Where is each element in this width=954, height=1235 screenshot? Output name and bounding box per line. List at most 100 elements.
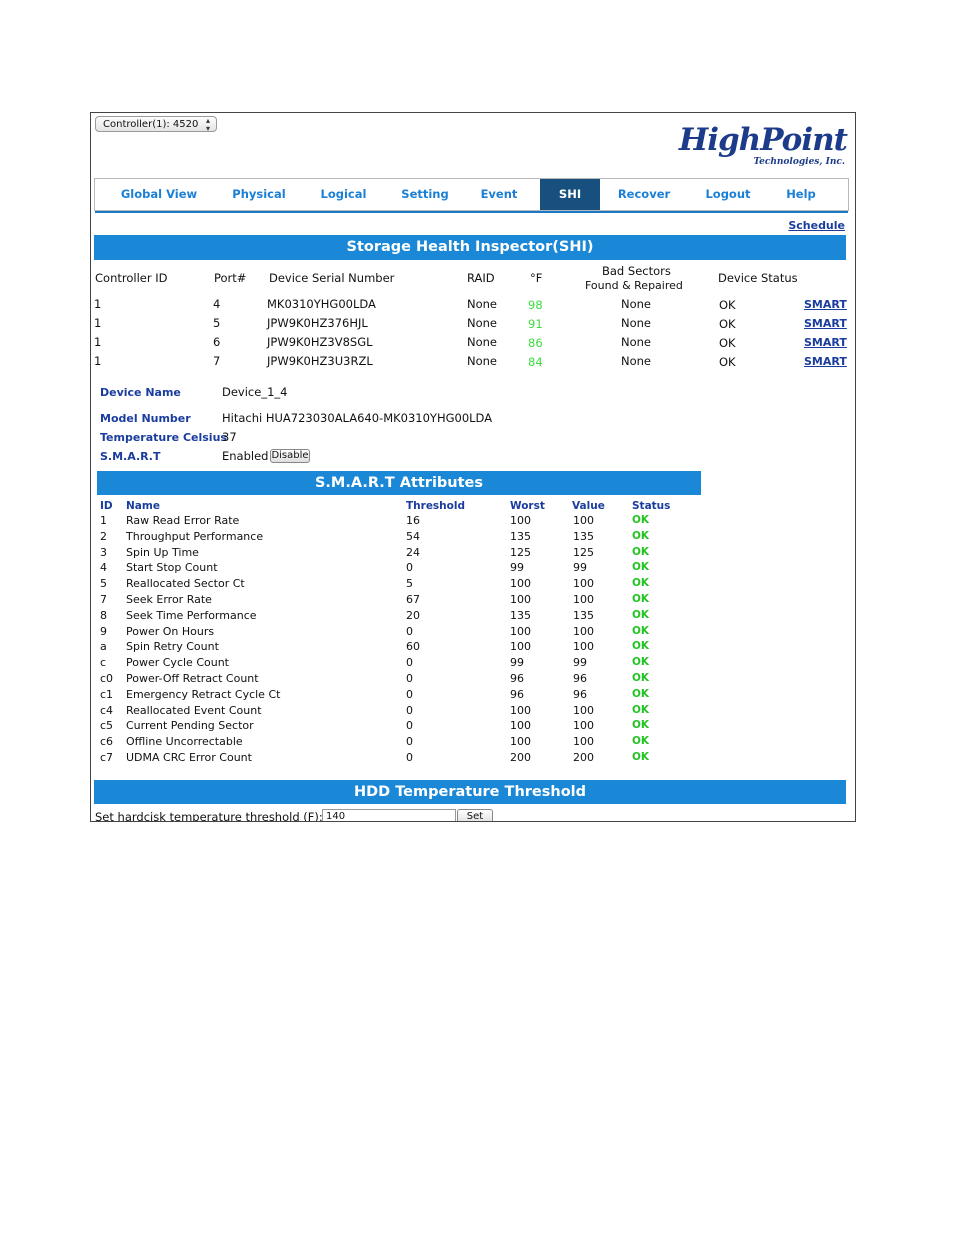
- attr-id: c5: [100, 719, 114, 733]
- attr-status: OK: [632, 561, 650, 574]
- attr-threshold: 16: [406, 514, 420, 527]
- attr-name: Raw Read Error Rate: [126, 514, 240, 527]
- attr-id: 1: [100, 514, 107, 527]
- logo-subtitle: Technologies, Inc.: [753, 157, 845, 167]
- attr-value: 135: [573, 608, 594, 622]
- attr-id: 8: [100, 608, 107, 622]
- tab-recover[interactable]: Recover: [600, 179, 688, 210]
- smart-link[interactable]: SMART: [804, 355, 847, 368]
- smart-link[interactable]: SMART: [804, 336, 847, 349]
- attr-worst: 96: [510, 672, 524, 685]
- shi-title-banner: Storage Health Inspector(SHI): [94, 235, 846, 260]
- attr-threshold: 0: [406, 751, 413, 764]
- attr-threshold: 20: [406, 608, 420, 622]
- attr-name: Offline Uncorrectable: [126, 735, 243, 749]
- attr-header-name: Name: [126, 500, 160, 512]
- attr-status: OK: [632, 703, 650, 716]
- attr-value: 96: [573, 687, 587, 701]
- row-port: 6: [213, 335, 221, 349]
- tab-shi[interactable]: SHI: [540, 179, 600, 210]
- attr-id: c6: [100, 735, 114, 749]
- attr-threshold: 0: [406, 719, 413, 733]
- smart-attributes-banner: S.M.A.R.T Attributes: [97, 471, 701, 495]
- row-controller: 1: [94, 335, 102, 349]
- row-raid: None: [467, 354, 498, 368]
- attr-threshold: 60: [406, 640, 420, 654]
- attr-name: Seek Error Rate: [126, 593, 212, 606]
- set-threshold-button[interactable]: Set: [457, 809, 493, 821]
- attr-value: 100: [573, 593, 594, 606]
- attr-id: 7: [100, 593, 107, 606]
- tab-help[interactable]: Help: [768, 179, 834, 210]
- row-serial: JPW9K0HZ376HJL: [267, 316, 368, 330]
- row-status: OK: [719, 336, 736, 350]
- attr-worst: 99: [510, 561, 524, 575]
- row-raid: None: [467, 335, 498, 349]
- temperature-celsius-label: Temperature Celsius: [100, 431, 227, 444]
- smart-link[interactable]: SMART: [804, 317, 847, 330]
- tab-global-view[interactable]: Global View: [95, 179, 223, 210]
- tab-physical[interactable]: Physical: [223, 179, 295, 210]
- attr-threshold: 0: [406, 656, 413, 670]
- attr-status: OK: [632, 529, 650, 542]
- attr-name: Spin Up Time: [126, 545, 199, 559]
- tab-event[interactable]: Event: [458, 179, 540, 210]
- highpoint-logo: HighPoint Technologies, Inc.: [657, 122, 848, 173]
- attr-worst: 100: [510, 624, 531, 638]
- attr-status: OK: [632, 608, 650, 621]
- model-number-value: Hitachi HUA723030ALA640-MK0310YHG00LDA: [222, 411, 493, 425]
- attr-worst: 100: [510, 703, 531, 717]
- col-header-port: Port#: [214, 271, 247, 285]
- attr-worst: 125: [510, 545, 531, 559]
- attr-name: Throughput Performance: [126, 529, 264, 543]
- row-port: 7: [213, 354, 221, 368]
- controller-select[interactable]: Controller(1): 4520 ▴ ▾: [95, 116, 217, 133]
- attr-threshold: 0: [406, 561, 413, 575]
- threshold-input[interactable]: 140: [322, 809, 456, 821]
- main-nav: Global View Physical Logical Setting Eve…: [94, 178, 849, 213]
- attr-id: a: [100, 640, 107, 654]
- attr-name: Current Pending Sector: [126, 719, 254, 733]
- disable-smart-button[interactable]: Disable: [270, 449, 310, 463]
- attr-id: c4: [100, 703, 114, 717]
- tab-logout[interactable]: Logout: [688, 179, 768, 210]
- attr-status: OK: [632, 593, 650, 605]
- attr-threshold: 0: [406, 687, 413, 701]
- attr-name: Power Cycle Count: [126, 656, 229, 670]
- smart-label: S.M.A.R.T: [100, 450, 161, 463]
- row-controller: 1: [94, 354, 102, 368]
- tab-setting[interactable]: Setting: [392, 179, 458, 210]
- row-bad-sectors: None: [621, 297, 652, 311]
- logo-brand: HighPoint: [678, 122, 848, 158]
- row-temp: 91: [528, 317, 543, 331]
- device-name-value: Device_1_4: [222, 385, 288, 399]
- controller-select-value: Controller(1): 4520: [103, 119, 199, 130]
- attr-id: c: [100, 656, 107, 670]
- attr-threshold: 0: [406, 703, 413, 717]
- attr-value: 100: [573, 640, 594, 654]
- shi-page-frame: Controller(1): 4520 ▴ ▾ HighPoint Technol…: [90, 112, 856, 822]
- attr-id: c7: [100, 751, 114, 764]
- row-status: OK: [719, 317, 736, 331]
- row-port: 4: [213, 297, 221, 311]
- smart-link[interactable]: SMART: [804, 298, 847, 311]
- attr-worst: 96: [510, 687, 524, 701]
- schedule-link[interactable]: Schedule: [788, 219, 845, 232]
- attr-name: UDMA CRC Error Count: [126, 751, 252, 764]
- col-header-raid: RAID: [467, 271, 495, 285]
- col-header-controller-id: Controller ID: [95, 271, 168, 285]
- attr-status: OK: [632, 687, 650, 700]
- attr-value: 135: [573, 529, 594, 543]
- row-serial: JPW9K0HZ3U3RZL: [267, 354, 373, 368]
- attr-status: OK: [632, 735, 650, 748]
- attr-value: 99: [573, 561, 587, 575]
- tab-logical[interactable]: Logical: [295, 179, 392, 210]
- attr-threshold: 67: [406, 593, 420, 606]
- attr-name: Reallocated Event Count: [126, 703, 262, 717]
- row-bad-sectors: None: [621, 316, 652, 330]
- row-serial: MK0310YHG00LDA: [267, 297, 376, 311]
- attr-name: Power On Hours: [126, 624, 215, 638]
- attr-name: Seek Time Performance: [126, 608, 257, 622]
- attr-value: 125: [573, 545, 594, 559]
- attr-header-worst: Worst: [510, 500, 545, 512]
